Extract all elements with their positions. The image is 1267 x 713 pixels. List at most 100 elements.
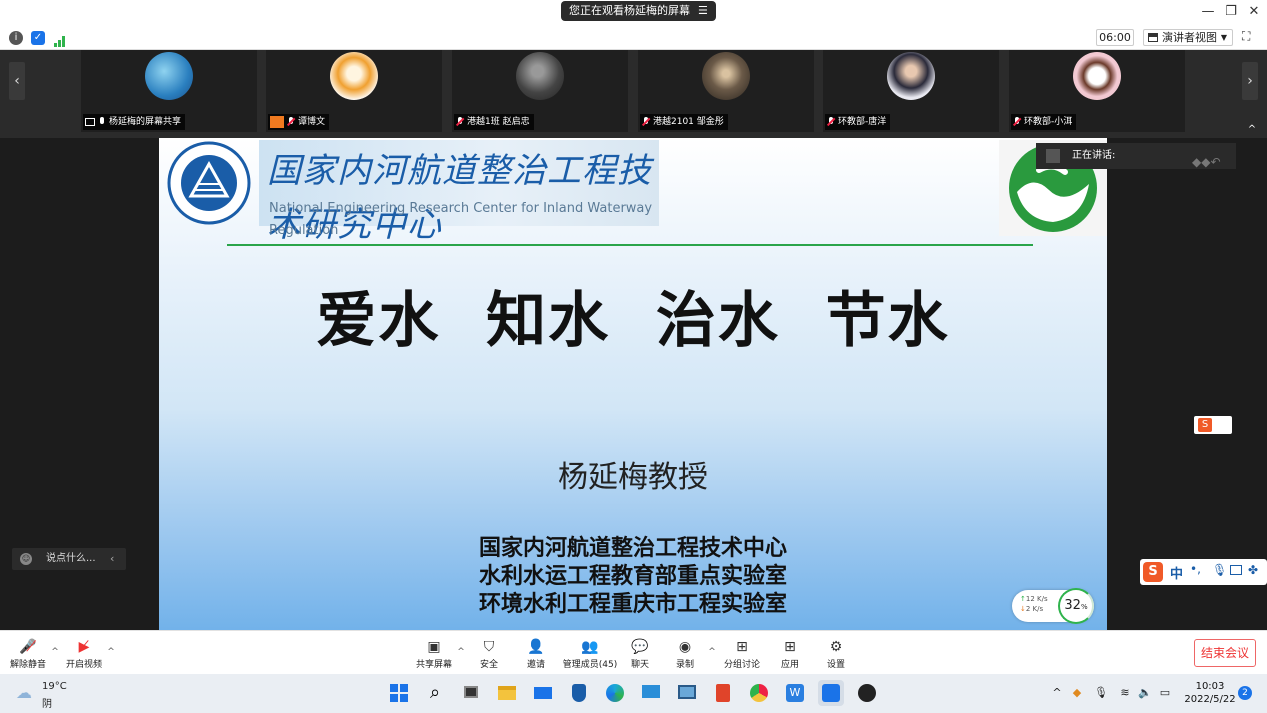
settings-button[interactable]: ⚙ 设置 <box>808 633 864 673</box>
sogou-logo-icon[interactable]: S <box>1143 562 1163 582</box>
monitor-app-icon[interactable] <box>638 680 664 706</box>
collapse-strip-icon[interactable]: ^ <box>1246 124 1258 136</box>
sogou-floating-icon[interactable]: S <box>1194 416 1232 434</box>
participant-name: 环教部-唐洋 <box>838 117 887 127</box>
title-bar: 您正在观看杨延梅的屏幕 ☰ — ❐ ✕ <box>0 0 1267 26</box>
network-speed-widget[interactable]: ↑12 K/s ↓2 K/s 32% <box>1012 588 1094 624</box>
screenshot-app-icon[interactable] <box>674 680 700 706</box>
banner-title-en: National Engineering Research Center for… <box>269 201 653 238</box>
meeting-app-icon[interactable] <box>818 680 844 706</box>
minimize-button[interactable]: — <box>1196 3 1220 21</box>
chat-placeholder: 说点什么... <box>46 553 96 564</box>
participant-tile[interactable]: 港越1班 赵启忠 <box>452 50 628 132</box>
org-line: 环境水利工程重庆市工程实验室 <box>478 592 787 617</box>
unmute-button[interactable]: 🎤̸ 解除静音 <box>0 633 56 673</box>
share-screen-button[interactable]: ▣ 共享屏幕 <box>406 633 462 673</box>
office-icon[interactable] <box>710 680 736 706</box>
network-speed: ↑12 K/s ↓2 K/s <box>1020 595 1048 613</box>
clock-date: 2022/5/22 <box>1184 694 1236 705</box>
restore-button[interactable]: ❐ <box>1219 3 1243 21</box>
task-view-icon[interactable] <box>458 680 484 706</box>
banner-title-cn: 国家内河航道整治工程技术研究中心 <box>267 151 652 245</box>
weather-condition: 阴 <box>42 699 52 710</box>
active-speaker-indicator: 正在讲话: ◆◆↶ <box>1036 143 1236 169</box>
microphone-icon[interactable]: 🎙 <box>1212 563 1227 577</box>
keyboard-icon[interactable] <box>1230 565 1242 575</box>
wifi-icon[interactable]: ≋ <box>1118 686 1132 700</box>
slide-headline: 爱水 知水 治水 节水 <box>316 286 950 356</box>
microphone-icon <box>98 117 106 127</box>
participant-tile[interactable]: 谭博文 <box>266 50 442 132</box>
download-speed: 2 K/s <box>1025 605 1044 613</box>
chat-quick-input[interactable]: ☺ 说点什么... ‹ <box>12 548 126 570</box>
security-app-icon[interactable] <box>566 680 592 706</box>
chevron-up-icon[interactable]: ^ <box>1050 686 1064 700</box>
participant-name: 港越1班 赵启忠 <box>467 117 530 127</box>
participant-label: 环教部-唐洋 <box>825 114 891 130</box>
windows-start-icon[interactable] <box>386 680 412 706</box>
start-video-button[interactable]: ▶̸ 开启视频 <box>56 633 112 673</box>
notification-badge[interactable]: 2 <box>1238 686 1252 700</box>
signal-icon[interactable] <box>53 32 67 47</box>
add-user-icon: 👤 <box>527 639 545 655</box>
tray-app-icon[interactable]: ◆ <box>1070 686 1084 700</box>
info-icon[interactable]: i <box>9 31 23 45</box>
breakout-label: 分组讨论 <box>723 660 760 670</box>
ime-toolbar[interactable]: S 中 •, 🎙 ✤ <box>1140 559 1267 585</box>
close-button[interactable]: ✕ <box>1242 3 1266 21</box>
record-button[interactable]: ◉ 录制 <box>657 633 713 673</box>
microphone-muted-icon <box>287 117 295 127</box>
undo-icon[interactable]: ◆◆↶ <box>1192 149 1232 169</box>
share-notice-text: 您正在观看杨延梅的屏幕 <box>569 4 690 17</box>
manage-members-label: 管理成员(45) <box>562 660 618 670</box>
participant-tile[interactable]: 杨延梅的屏幕共享 <box>81 50 257 132</box>
grid-icon[interactable]: ✤ <box>1248 563 1258 577</box>
start-video-label: 开启视频 <box>65 660 102 670</box>
user-avatar-icon[interactable] <box>854 680 880 706</box>
chat-icon: 💬 <box>631 639 649 655</box>
mail-icon[interactable] <box>530 680 556 706</box>
divider-line <box>227 244 1033 246</box>
windows-taskbar: ☁ 19°C 阴 ⌕ W ^ ◆ 🎙 ≋ 🔈 ▭ 10:03 2022/5/22… <box>0 674 1267 713</box>
participant-label: 环教部-小洱 <box>1011 114 1077 130</box>
apps-label: 应用 <box>780 660 799 670</box>
chevron-up-icon[interactable]: ^ <box>106 647 116 657</box>
battery-icon[interactable]: ▭ <box>1158 686 1172 700</box>
security-label: 安全 <box>479 660 498 670</box>
chevron-right-icon[interactable]: › <box>1242 62 1258 100</box>
participant-tile[interactable]: 港越2101 邹金彤 <box>638 50 814 132</box>
share-screen-label: 共享屏幕 <box>415 660 452 670</box>
view-mode-dropdown[interactable]: 演讲者视图 ▼ <box>1143 29 1233 46</box>
chevron-left-icon[interactable]: ‹ <box>110 548 122 570</box>
video-off-icon: ▶̸ <box>78 639 90 655</box>
edge-browser-icon[interactable] <box>602 680 628 706</box>
volume-icon[interactable]: 🔈 <box>1138 686 1152 700</box>
fullscreen-icon[interactable]: ⛶ <box>1242 29 1258 45</box>
participant-label: 谭博文 <box>268 114 330 130</box>
participant-tile[interactable]: 环教部-小洱 <box>1009 50 1185 132</box>
punctuation-icon[interactable]: •, <box>1190 562 1201 576</box>
apps-icon: ⊞ <box>784 639 796 655</box>
microphone-icon[interactable]: 🎙 <box>1094 686 1108 700</box>
ime-language[interactable]: 中 <box>1170 563 1183 582</box>
system-clock[interactable]: 10:03 2022/5/22 <box>1182 680 1238 708</box>
shield-icon[interactable]: ✓ <box>31 31 45 45</box>
screen-share-notice[interactable]: 您正在观看杨延梅的屏幕 ☰ <box>561 1 716 21</box>
chrome-browser-icon[interactable] <box>746 680 772 706</box>
chevron-left-icon[interactable]: ‹ <box>9 62 25 100</box>
temperature: 19°C <box>42 681 67 692</box>
file-explorer-icon[interactable] <box>494 680 520 706</box>
speaking-label: 正在讲话: <box>1072 150 1116 161</box>
list-icon[interactable]: ☰ <box>698 1 708 21</box>
end-meeting-button[interactable]: 结束会议 <box>1194 639 1256 667</box>
weather-widget[interactable]: ☁ 19°C 阴 <box>16 679 86 710</box>
record-label: 录制 <box>675 660 694 670</box>
participant-tile[interactable]: 环教部-唐洋 <box>823 50 999 132</box>
wps-icon[interactable]: W <box>782 680 808 706</box>
emoji-icon[interactable]: ☺ <box>20 553 32 565</box>
search-icon[interactable]: ⌕ <box>422 680 448 706</box>
avatar <box>702 52 750 100</box>
participant-label: 港越1班 赵启忠 <box>454 114 534 130</box>
invite-button[interactable]: 👤 邀请 <box>508 633 564 673</box>
meeting-timer: 06:00 <box>1096 29 1134 46</box>
